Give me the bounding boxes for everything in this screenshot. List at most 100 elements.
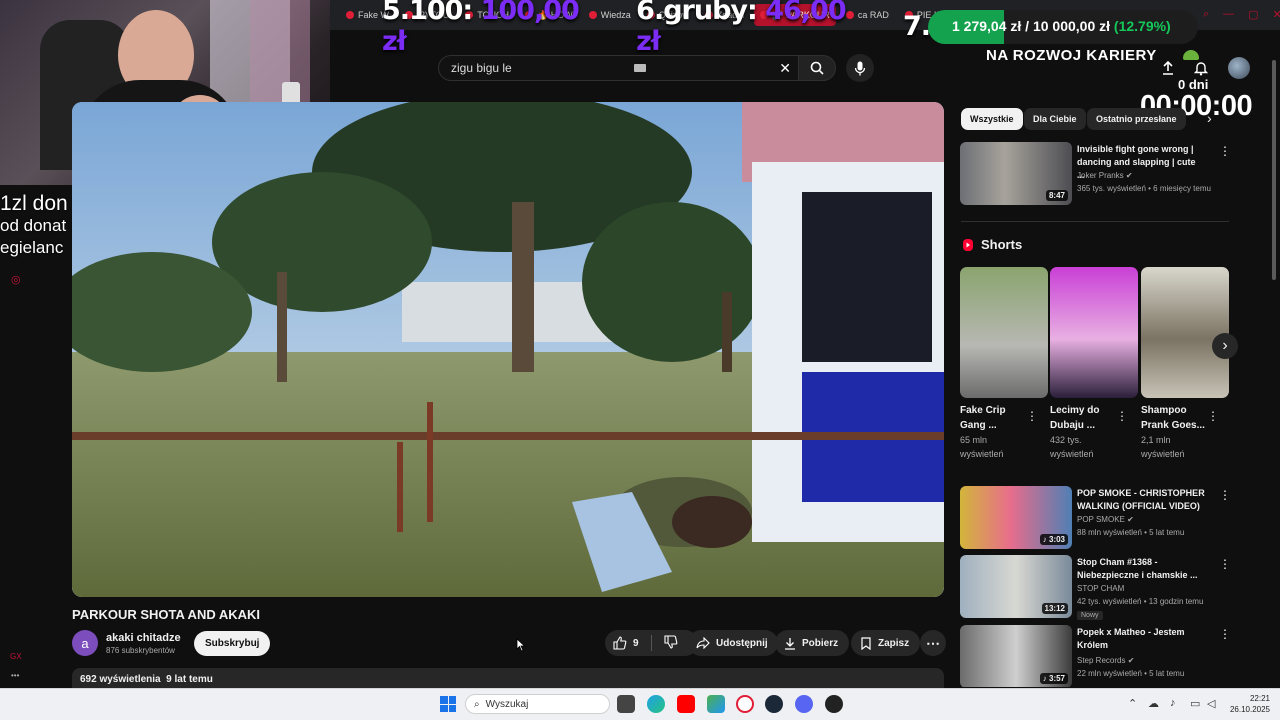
keyboard-icon[interactable] [634, 64, 647, 72]
subscribe-button[interactable]: Subskrybuj [194, 631, 271, 656]
maximize-icon[interactable]: ▢ [1248, 8, 1258, 21]
chevron-right-icon: › [1222, 337, 1228, 354]
taskbar-clock[interactable]: 22:21 26.10.2025 [1218, 693, 1270, 715]
more-dots-icon[interactable]: ••• [11, 671, 19, 680]
account-avatar[interactable] [1228, 57, 1250, 79]
voice-search-button[interactable] [846, 54, 874, 82]
clock-date: 26.10.2025 [1229, 705, 1270, 714]
video-thumbnail: 8:47 [960, 142, 1072, 205]
short-views: 2,1 mln wyświetleń [1141, 435, 1185, 459]
short-thumbnail [960, 267, 1048, 398]
clock-time: 22:21 [1249, 694, 1270, 703]
shorts-header: Shorts [962, 237, 1022, 252]
short-title: Shampoo Prank Goes... [1141, 405, 1205, 431]
microphone-icon [854, 61, 866, 75]
chip-recently-uploaded[interactable]: Ostatnio przesłane [1087, 108, 1186, 130]
channel-avatar[interactable]: a [72, 630, 98, 656]
video-thumbnail: ♪ 3:03 [960, 486, 1072, 549]
chip-for-you[interactable]: Dla Ciebie [1024, 108, 1086, 130]
share-button[interactable]: Udostępnij [688, 630, 778, 656]
minimize-icon[interactable]: — [1223, 8, 1234, 21]
search-button[interactable] [798, 55, 836, 81]
more-options-icon[interactable]: ⋮ [1219, 488, 1231, 502]
task-view-icon[interactable] [617, 695, 635, 713]
more-options-icon[interactable]: ⋮ [1219, 557, 1231, 571]
thumbs-up-icon [613, 636, 627, 650]
video-duration: ♪ 3:03 [1039, 534, 1068, 545]
search-icon [810, 61, 824, 75]
chip-all[interactable]: Wszystkie [961, 108, 1023, 130]
download-button[interactable]: Pobierz [775, 630, 850, 656]
verified-icon: ✔ [1127, 515, 1134, 524]
windows-taskbar [0, 688, 1280, 720]
goal-current: 1 279,04 zł [952, 18, 1022, 34]
edge-browser-icon[interactable] [647, 695, 665, 713]
save-button[interactable]: Zapisz [851, 630, 921, 656]
shorts-next-button[interactable]: › [1212, 333, 1238, 359]
like-button[interactable]: 9 [613, 636, 639, 650]
verified-icon: ✔ [1125, 171, 1133, 180]
view-count: 692 wyświetlenia [80, 674, 161, 685]
record-icon: ◎ [11, 274, 21, 286]
microphone-tray-icon[interactable]: ♪ [1170, 697, 1176, 709]
short-item[interactable]: Fake Crip Gang ... 65 mln wyświetleń ⋮ [960, 267, 1048, 461]
channel-name: STOP CHAM [1077, 584, 1125, 593]
download-icon [785, 637, 795, 650]
obs-icon[interactable] [825, 695, 843, 713]
more-options-icon[interactable]: ⋮ [1026, 409, 1038, 423]
network-icon[interactable]: ▭ [1190, 697, 1200, 710]
donation-goal-progress: 1 279,04 zł / 10 000,00 zł (12.79%) [928, 10, 1198, 44]
donation-goal-text: 1 279,04 zł / 10 000,00 zł (12.79%) [952, 18, 1171, 34]
chips-next-chevron-icon[interactable]: › [1207, 110, 1212, 126]
recommended-video[interactable]: ♪ 3:57 Popek x Matheo - Jestem Królem St… [960, 625, 1260, 687]
share-icon [696, 637, 710, 649]
taskbar-search-placeholder: Wyszukaj [485, 698, 529, 710]
leaderboard-rank-7: 7. [902, 10, 931, 42]
shorts-icon [963, 238, 973, 251]
notifications-bell-icon[interactable] [1193, 60, 1209, 81]
channel-name[interactable]: akaki chitadze [106, 632, 181, 644]
recommended-video[interactable]: ♪ 3:03 POP SMOKE - CHRISTOPHER WALKING (… [960, 486, 1260, 550]
video-title: Popek x Matheo - Jestem Królem [1077, 627, 1185, 650]
snipping-tool-icon[interactable] [707, 695, 725, 713]
channel-name: Step Records ✔ [1077, 656, 1135, 665]
video-title: Stop Cham #1368 - Niebezpieczne i chamsk… [1077, 557, 1198, 580]
youtube-app-icon[interactable] [677, 695, 695, 713]
recommended-video[interactable]: 8:47 Invisible fight gone wrong | dancin… [960, 142, 1260, 206]
more-actions-button[interactable]: ⋯ [920, 630, 946, 656]
like-divider [650, 635, 652, 651]
close-window-icon[interactable]: ✕ [1273, 8, 1280, 21]
video-frame [72, 102, 944, 597]
tray-chevron-icon[interactable]: ⌃ [1128, 697, 1137, 710]
search-tabs-icon[interactable]: ⌕ [1203, 8, 1209, 21]
cloud-icon[interactable]: ☁ [1148, 697, 1159, 710]
more-options-icon[interactable]: ⋮ [1116, 409, 1128, 423]
clear-search-icon[interactable]: ✕ [779, 60, 791, 77]
discord-icon[interactable] [795, 695, 813, 713]
search-input[interactable]: zigu bigu le ✕ [438, 55, 800, 81]
upload-icon[interactable] [1160, 60, 1176, 81]
gx-icon: GX [10, 652, 22, 661]
video-player[interactable] [72, 102, 944, 597]
share-label: Udostępnij [716, 637, 768, 649]
start-button[interactable] [440, 696, 456, 712]
volume-icon[interactable]: ◁ [1207, 697, 1215, 710]
short-item[interactable]: Shampoo Prank Goes... 2,1 mln wyświetleń… [1141, 267, 1229, 461]
more-options-icon[interactable]: ⋮ [1207, 409, 1219, 423]
short-thumbnail [1141, 267, 1229, 398]
opera-gx-icon[interactable] [736, 695, 754, 713]
more-options-icon[interactable]: ⋮ [1219, 144, 1231, 158]
video-description-box[interactable]: 692 wyświetlenia 9 lat temu [72, 668, 944, 690]
video-thumbnail: 13:12 [960, 555, 1072, 618]
page-scrollbar[interactable] [1272, 60, 1276, 280]
search-query: zigu bigu le [451, 61, 512, 75]
dislike-button[interactable] [664, 634, 678, 652]
shorts-heading: Shorts [981, 237, 1023, 252]
short-item[interactable]: Lecimy do Dubaju ... 432 tys. wyświetleń… [1050, 267, 1138, 461]
taskbar-search[interactable]: ⌕ Wyszukaj [465, 694, 610, 714]
more-options-icon[interactable]: ⋮ [1219, 627, 1231, 641]
video-meta: 88 mln wyświetleń • 5 lat temu [1077, 528, 1185, 537]
mouse-cursor [516, 638, 526, 657]
recommended-video[interactable]: 13:12 Stop Cham #1368 - Niebezpieczne i … [960, 555, 1260, 620]
steam-icon[interactable] [765, 695, 783, 713]
